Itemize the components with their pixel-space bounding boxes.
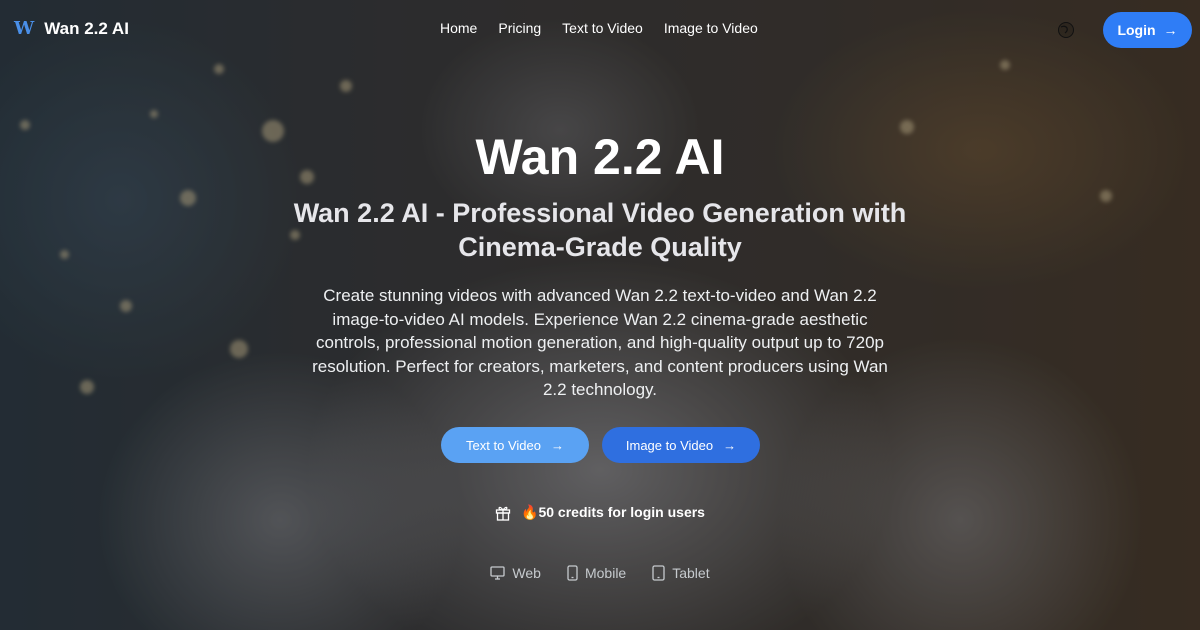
brand[interactable]: W Wan 2.2 AI <box>14 18 129 39</box>
phone-icon <box>567 565 578 581</box>
platform-mobile: Mobile <box>567 565 626 581</box>
credits-banner: 🔥50 credits for login users <box>0 504 1200 521</box>
platform-tablet: Tablet <box>652 565 710 581</box>
arrow-right-icon: → <box>550 437 564 453</box>
text-to-video-label: Text to Video <box>466 437 541 453</box>
platform-list: Web Mobile Tablet <box>0 565 1200 581</box>
credits-text: 🔥50 credits for login users <box>521 504 705 520</box>
platform-web: Web <box>490 565 541 581</box>
platform-mobile-label: Mobile <box>584 565 627 581</box>
image-to-video-label: Image to Video <box>625 437 714 453</box>
login-label: Login <box>1117 22 1156 38</box>
site-header: W Wan 2.2 AI Home Pricing Text to Video … <box>0 0 1200 60</box>
arrow-right-icon: → <box>1163 22 1178 38</box>
platform-web-label: Web <box>512 565 541 581</box>
globe-icon[interactable] <box>1058 22 1074 38</box>
brand-name: Wan 2.2 AI <box>44 18 129 38</box>
main-nav: Home Pricing Text to Video Image to Vide… <box>440 20 758 36</box>
login-button[interactable]: Login → <box>1103 12 1192 48</box>
hero-subtitle: Wan 2.2 AI - Professional Video Generati… <box>293 198 907 262</box>
brand-logo-icon: W <box>14 18 35 39</box>
hero-title: Wan 2.2 AI <box>475 129 725 185</box>
monitor-icon <box>490 566 506 580</box>
text-to-video-button[interactable]: Text to Video → <box>441 427 589 463</box>
platform-tablet-label: Tablet <box>672 565 710 581</box>
nav-item-text-to-video[interactable]: Text to Video <box>562 20 643 36</box>
nav-item-pricing[interactable]: Pricing <box>498 20 541 36</box>
nav-item-image-to-video[interactable]: Image to Video <box>664 20 758 36</box>
gift-icon <box>495 505 511 521</box>
arrow-right-icon: → <box>723 437 737 453</box>
hero-description: Create stunning videos with advanced Wan… <box>312 286 888 399</box>
tablet-icon <box>652 565 665 581</box>
nav-item-home[interactable]: Home <box>440 20 477 36</box>
image-to-video-button[interactable]: Image to Video → <box>602 427 760 463</box>
